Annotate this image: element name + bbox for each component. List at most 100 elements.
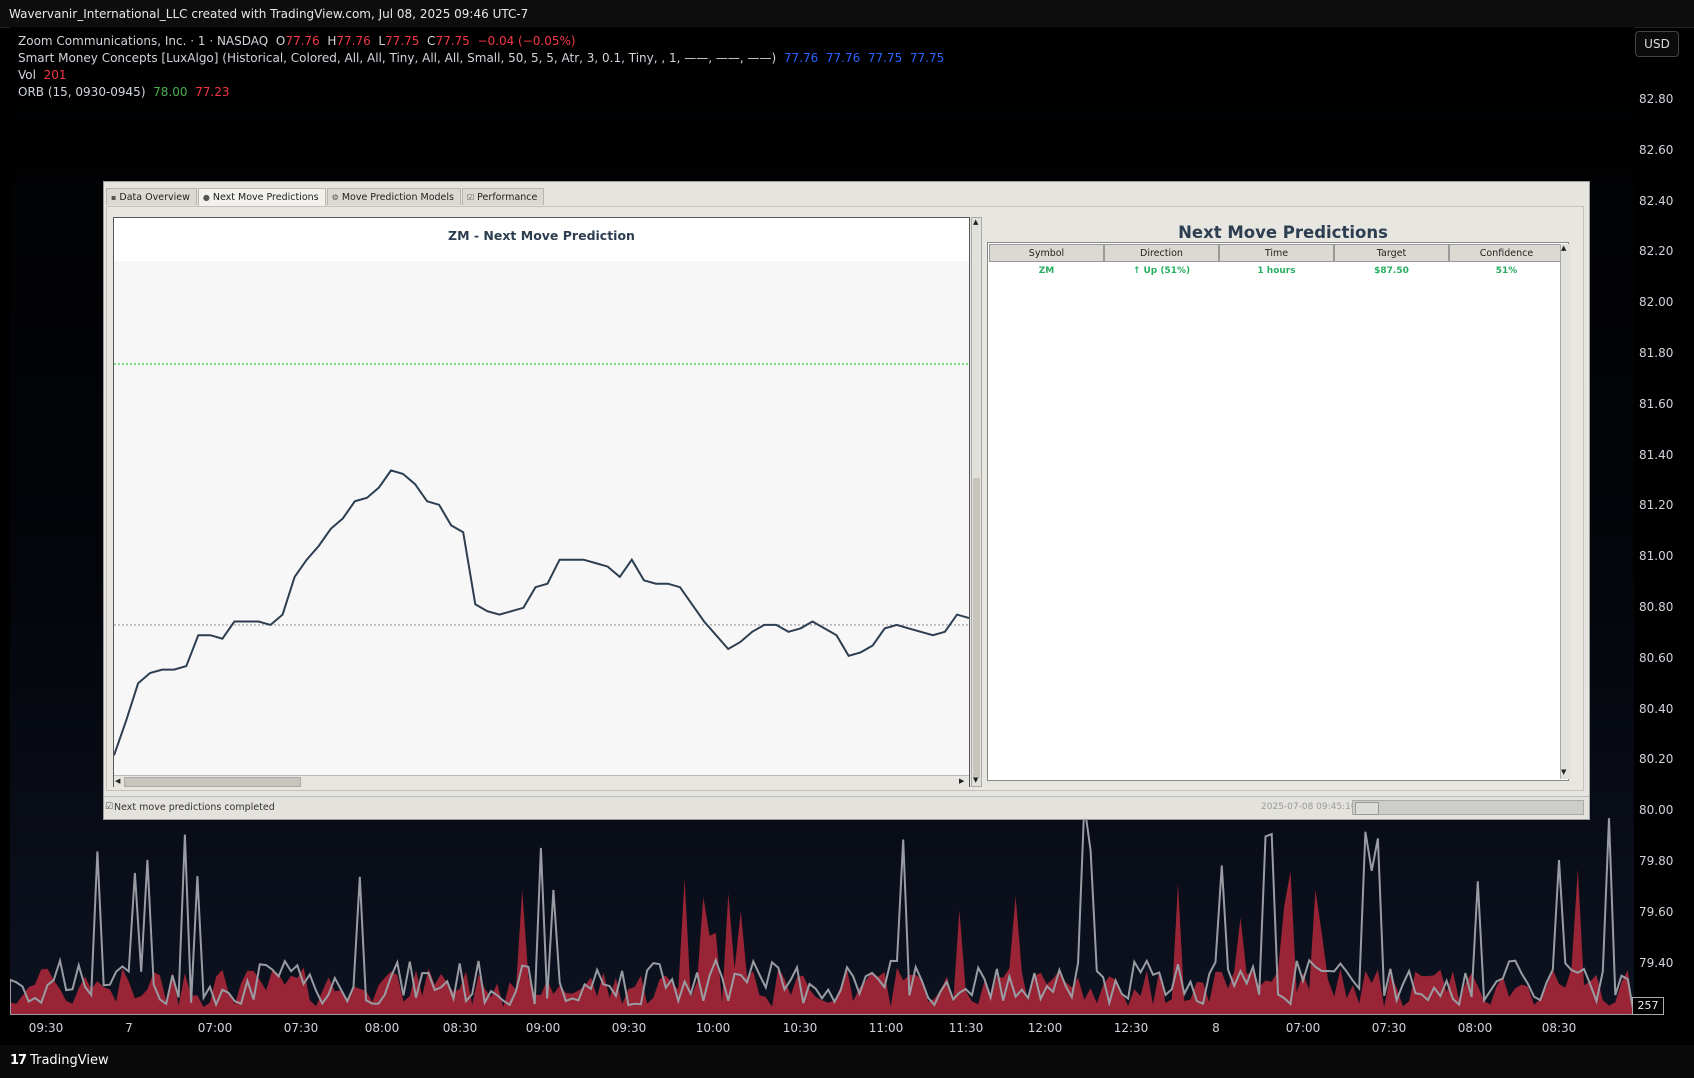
status-timestamp: 2025-07-08 09:45:10 bbox=[1261, 802, 1357, 812]
tab-label: Next Move Predictions bbox=[212, 192, 319, 203]
cell-direction: ↑ Up (51%) bbox=[1132, 266, 1191, 276]
scrollbar-thumb[interactable] bbox=[124, 777, 301, 787]
high-label: H bbox=[327, 34, 337, 48]
column-header-direction[interactable]: Direction bbox=[1104, 244, 1219, 262]
price-tick-label: 82.20 bbox=[1639, 244, 1674, 259]
chart-horizontal-scrollbar[interactable]: ◀ ▶ bbox=[114, 775, 969, 787]
chart-vertical-scrollbar[interactable]: ▲ ▼ bbox=[971, 217, 982, 787]
time-tick-label: 08:00 bbox=[1457, 1021, 1493, 1035]
price-tick-label: 81.00 bbox=[1639, 549, 1674, 564]
time-tick-label: 09:00 bbox=[525, 1021, 561, 1035]
tab-data-overview[interactable]: ▪ Data Overview bbox=[106, 188, 197, 205]
change-value: −0.04 (−0.05%) bbox=[477, 34, 576, 48]
table-header: Symbol Direction Time Target Confidence bbox=[989, 244, 1564, 262]
price-axis[interactable]: 82.80 82.60 82.40 82.20 82.00 81.80 81.60 81.40… bbox=[1634, 27, 1694, 1014]
smc-value: 77.75 bbox=[909, 51, 945, 65]
smc-indicator-label: Smart Money Concepts [LuxAlgo] (Historic… bbox=[18, 51, 777, 65]
time-tick-label: 7 bbox=[125, 1021, 133, 1035]
cell-time: 1 hours bbox=[1257, 266, 1296, 276]
predictions-table-panel: Next Move Predictions Symbol Direction T… bbox=[987, 207, 1579, 792]
column-header-target[interactable]: Target bbox=[1334, 244, 1449, 262]
orb-low-value: 77.23 bbox=[195, 85, 230, 99]
price-tick-label: 80.40 bbox=[1639, 701, 1674, 716]
table-vertical-scrollbar[interactable]: ▲ ▼ bbox=[1560, 244, 1570, 779]
orb-high-value: 78.00 bbox=[153, 85, 188, 99]
tab-label: Move Prediction Models bbox=[341, 191, 454, 203]
footer-bar: 17 TradingView bbox=[0, 1045, 1694, 1078]
open-value: 77.76 bbox=[285, 34, 320, 48]
price-tick-label: 79.80 bbox=[1639, 854, 1674, 868]
check-icon: ☑ bbox=[467, 192, 475, 202]
predictions-table: Symbol Direction Time Target Confidence … bbox=[987, 242, 1570, 781]
prediction-series-line bbox=[114, 469, 969, 756]
time-tick-label: 07:00 bbox=[1285, 1021, 1321, 1035]
high-value: 77.76 bbox=[336, 34, 371, 48]
volume-legend[interactable]: Vol 201 bbox=[18, 68, 67, 82]
prediction-chart-panel: ZM - Next Move Prediction ◀ ▶ bbox=[113, 217, 970, 787]
table-row[interactable]: ZM ↑ Up (51%) 1 hours $87.50 51% bbox=[989, 263, 1564, 279]
dot-icon: ● bbox=[202, 193, 210, 202]
attribution-text: Wavervanir_International_LLC created wit… bbox=[9, 7, 529, 21]
smc-value: 77.76 bbox=[783, 51, 819, 65]
symbol-name: Zoom Communications, Inc. · 1 · NASDAQ bbox=[18, 34, 269, 48]
tradingview-logo-text: TradingView bbox=[30, 1053, 109, 1068]
progress-fill bbox=[1355, 802, 1379, 815]
tradingview-logo[interactable]: 17 TradingView bbox=[10, 1053, 109, 1068]
tab-label: Performance bbox=[477, 191, 538, 203]
smc-value: 77.76 bbox=[825, 51, 861, 65]
column-header-symbol[interactable]: Symbol bbox=[989, 244, 1104, 262]
prediction-app-window: ▪ Data Overview ● Next Move Predictions … bbox=[103, 181, 1590, 820]
time-tick-label: 11:00 bbox=[868, 1021, 904, 1035]
column-header-time[interactable]: Time bbox=[1219, 244, 1334, 262]
time-tick-label: 09:30 bbox=[611, 1021, 647, 1035]
time-tick-label: 08:30 bbox=[442, 1021, 478, 1035]
prediction-line-chart bbox=[114, 363, 969, 756]
price-tick-label: 81.40 bbox=[1639, 447, 1674, 462]
attribution-bar: Wavervanir_International_LLC created wit… bbox=[0, 0, 1694, 28]
status-check-icon: ☑ bbox=[105, 802, 114, 812]
cell-symbol: ZM bbox=[1038, 266, 1055, 276]
scroll-right-icon[interactable]: ▶ bbox=[959, 777, 964, 786]
scroll-down-icon[interactable]: ▼ bbox=[973, 776, 978, 785]
status-progress-bar bbox=[1352, 800, 1584, 815]
grid-icon: ▪ bbox=[111, 192, 117, 202]
price-tick-label: 81.80 bbox=[1639, 346, 1674, 360]
time-tick-label: 10:00 bbox=[695, 1021, 731, 1035]
volume-red-area bbox=[10, 868, 1634, 1015]
scroll-left-icon[interactable]: ◀ bbox=[115, 777, 120, 786]
time-tick-label: 12:00 bbox=[1027, 1021, 1063, 1035]
price-tick-label: 81.60 bbox=[1639, 396, 1674, 411]
low-value: 77.75 bbox=[385, 34, 420, 48]
tradingview-logo-icon: 17 bbox=[10, 1053, 27, 1068]
time-tick-label: 11:30 bbox=[948, 1021, 984, 1035]
scroll-up-icon[interactable]: ▲ bbox=[973, 218, 978, 227]
column-header-confidence[interactable]: Confidence bbox=[1449, 244, 1564, 262]
orb-label: ORB (15, 0930-0945) bbox=[18, 85, 146, 99]
time-tick-label: 07:30 bbox=[283, 1021, 319, 1035]
scrollbar-thumb[interactable] bbox=[973, 478, 980, 778]
price-tick-label: 80.60 bbox=[1639, 650, 1674, 665]
table-title: Next Move Predictions bbox=[1178, 223, 1388, 242]
tab-bar: ▪ Data Overview ● Next Move Predictions … bbox=[106, 188, 545, 206]
tab-content-pane: ZM - Next Move Prediction ◀ ▶ ▲ ▼ Next M… bbox=[106, 206, 1584, 791]
last-value-tag: 257 bbox=[1632, 997, 1664, 1015]
price-tick-label: 80.20 bbox=[1639, 752, 1674, 767]
time-tick-label: 08:30 bbox=[1541, 1021, 1577, 1035]
orb-legend[interactable]: ORB (15, 0930-0945) 78.00 77.23 bbox=[18, 85, 230, 99]
tab-move-prediction-models[interactable]: ⚙ Move Prediction Models bbox=[326, 188, 461, 205]
tab-performance[interactable]: ☑ Performance bbox=[462, 188, 545, 205]
time-tick-label: 08:00 bbox=[364, 1021, 400, 1035]
scroll-down-icon[interactable]: ▼ bbox=[1561, 768, 1566, 777]
tab-next-move-predictions[interactable]: ● Next Move Predictions bbox=[197, 188, 326, 206]
time-tick-label: 8 bbox=[1212, 1021, 1220, 1035]
volume-value: 201 bbox=[43, 68, 67, 82]
time-tick-label: 09:30 bbox=[28, 1021, 64, 1035]
volume-histogram bbox=[10, 810, 1634, 1015]
volume-label: Vol bbox=[18, 68, 36, 82]
price-tick-label: 82.40 bbox=[1639, 193, 1674, 208]
price-tick-label: 82.80 bbox=[1639, 92, 1674, 106]
price-tick-label: 82.00 bbox=[1639, 295, 1674, 310]
scroll-up-icon[interactable]: ▲ bbox=[1561, 244, 1566, 253]
smc-indicator-legend[interactable]: Smart Money Concepts [LuxAlgo] (Historic… bbox=[18, 51, 944, 65]
time-axis[interactable]: 09:30 7 07:00 07:30 08:00 08:30 09:00 09:30 10:0… bbox=[10, 1015, 1634, 1041]
